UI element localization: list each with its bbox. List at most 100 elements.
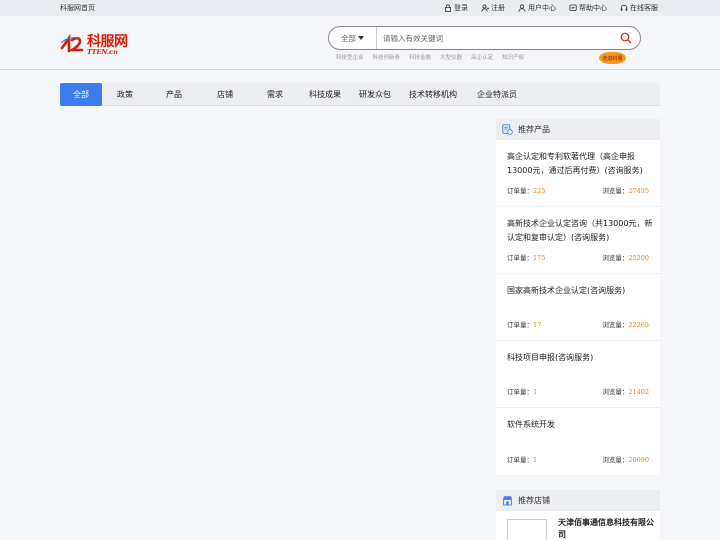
home-link[interactable]: 科服网首页 (60, 3, 95, 13)
view-count: 浏览量：20690 (602, 454, 649, 464)
recommended-products-header: 推荐产品 (496, 119, 660, 140)
tab-tech-transfer[interactable]: 技术转移机构 (400, 83, 466, 106)
product-title[interactable]: 软件系统开发 (507, 418, 653, 432)
tab-policy[interactable]: 政策 (102, 83, 148, 106)
order-label: 订单量： (507, 321, 533, 329)
hot-keyword[interactable]: 科技创新券 (373, 53, 401, 61)
header: 科服网 TTEN.cn 全部 科技型企业 科技创新券 科技金融 大型仪器 高企认… (0, 16, 720, 70)
product-item[interactable]: 科技项目申报(咨询服务) 订单量：1 浏览量：21402 (496, 341, 660, 408)
tab-enterprise-commissioner[interactable]: 企业特派员 (466, 83, 528, 106)
recommended-shops-title: 推荐店铺 (518, 496, 550, 505)
tab-rd-crowdsourcing[interactable]: 研发众包 (350, 83, 400, 106)
help-center-label: 帮助中心 (579, 4, 607, 12)
search-scope-label: 全部 (341, 33, 356, 43)
order-count: 订单量：175 (507, 252, 545, 262)
view-label: 浏览量： (602, 456, 629, 464)
view-value: 21402 (628, 388, 649, 396)
recommended-products-title: 推荐产品 (518, 125, 550, 134)
recommended-shops-header: 推荐店铺 (496, 490, 660, 511)
register-link[interactable]: 注册 (481, 3, 505, 13)
product-meta: 订单量：17 浏览量：22265 (507, 319, 649, 329)
product-item[interactable]: 国家高新技术企业认定(咨询服务) 订单量：17 浏览量：22265 (496, 274, 660, 341)
tab-shops[interactable]: 店铺 (200, 83, 250, 106)
view-label: 浏览量： (602, 254, 629, 262)
product-title[interactable]: 国家高新技术企业认定(咨询服务) (507, 284, 653, 298)
order-value: 1 (533, 388, 538, 396)
user-center-link[interactable]: 用户中心 (518, 3, 556, 13)
order-value: 1 (533, 456, 538, 464)
hot-keyword[interactable]: 高企认定 (471, 53, 493, 61)
search-scope-select[interactable]: 全部 (329, 27, 377, 49)
hot-keyword[interactable]: 科技金融 (409, 53, 431, 61)
top-links: 登录 注册 用户中心 帮助中心 在线客服 (444, 3, 658, 13)
product-item[interactable]: 高新技术企业认定咨询（共13000元，新认定和复审认定）(咨询服务) 订单量：1… (496, 207, 660, 274)
order-count: 订单量：1 (507, 454, 537, 464)
order-label: 订单量： (507, 388, 533, 396)
product-meta: 订单量：225 浏览量：27495 (507, 185, 649, 195)
order-count: 订单量：1 (507, 386, 537, 396)
logo-subtext: TTEN.cn (87, 48, 118, 56)
recommended-shops-panel: 推荐店铺 天津佰事通信息科技有限公司 (496, 490, 660, 540)
view-count: 浏览量：21402 (602, 386, 649, 396)
hot-keyword[interactable]: 大型仪器 (440, 53, 462, 61)
online-service-label: 在线客服 (630, 4, 658, 12)
lock-icon (444, 4, 452, 12)
online-service-link[interactable]: 在线客服 (620, 3, 658, 13)
view-value: 27495 (628, 187, 649, 195)
view-value: 25200 (628, 254, 649, 262)
view-count: 浏览量：22265 (602, 319, 649, 329)
shop-icon (503, 496, 512, 506)
order-value: 17 (533, 321, 542, 329)
search-icon[interactable] (620, 32, 632, 44)
login-link[interactable]: 登录 (444, 3, 468, 13)
hot-keywords: 科技型企业 科技创新券 科技金融 大型仪器 高企认定 知识产权 (336, 53, 524, 61)
product-title[interactable]: 高企认定和专利软著代理（高企申报13000元，通过后再付费）(咨询服务) (507, 150, 653, 178)
shop-item[interactable]: 天津佰事通信息科技有限公司 (496, 511, 660, 540)
site-logo[interactable]: 科服网 TTEN.cn (60, 31, 132, 59)
category-tabs: 全部 政策 产品 店铺 需求 科技成果 研发众包 技术转移机构 企业特派员 (60, 82, 660, 106)
view-value: 20690 (628, 456, 649, 464)
search-input[interactable] (383, 31, 603, 45)
headset-icon (620, 4, 628, 12)
product-meta: 订单量：175 浏览量：25200 (507, 252, 649, 262)
view-label: 浏览量： (602, 187, 629, 195)
product-title[interactable]: 科技项目申报(咨询服务) (507, 351, 653, 365)
help-icon (569, 4, 577, 12)
hot-keyword[interactable]: 知识产权 (502, 53, 524, 61)
user-icon (518, 4, 526, 12)
search-box: 全部 (328, 26, 641, 50)
logo-mark-icon (60, 34, 84, 53)
order-label: 订单量： (507, 254, 533, 262)
caret-down-icon (358, 36, 364, 40)
product-item[interactable]: 软件系统开发 订单量：1 浏览量：20690 (496, 408, 660, 475)
product-title[interactable]: 高新技术企业认定咨询（共13000元，新认定和复审认定）(咨询服务) (507, 217, 653, 245)
tab-demands[interactable]: 需求 (250, 83, 300, 106)
view-label: 浏览量： (602, 321, 629, 329)
view-value: 22265 (628, 321, 649, 329)
shop-thumbnail[interactable] (507, 519, 547, 540)
shop-name[interactable]: 天津佰事通信息科技有限公司 (558, 517, 656, 540)
recommended-products-panel: 推荐产品 高企认定和专利软著代理（高企申报13000元，通过后再付费）(咨询服务… (496, 119, 660, 475)
product-meta: 订单量：1 浏览量：21402 (507, 386, 649, 396)
help-center-link[interactable]: 帮助中心 (569, 3, 607, 13)
product-meta: 订单量：1 浏览量：20690 (507, 454, 649, 464)
view-label: 浏览量： (602, 388, 629, 396)
order-value: 175 (533, 254, 546, 262)
view-count: 浏览量：27495 (602, 185, 649, 195)
user-plus-icon (481, 4, 489, 12)
order-count: 订单量：17 (507, 319, 541, 329)
register-label: 注册 (491, 4, 505, 12)
order-value: 225 (533, 187, 546, 195)
user-center-label: 用户中心 (528, 4, 556, 12)
order-label: 订单量： (507, 187, 533, 195)
tab-products[interactable]: 产品 (148, 83, 200, 106)
product-item[interactable]: 高企认定和专利软著代理（高企申报13000元，通过后再付费）(咨询服务) 订单量… (496, 140, 660, 207)
tab-tech-achievements[interactable]: 科技成果 (300, 83, 350, 106)
hot-keyword[interactable]: 科技型企业 (336, 53, 364, 61)
promo-badge[interactable]: 走进科服 (599, 52, 626, 64)
order-count: 订单量：225 (507, 185, 545, 195)
top-bar: 科服网首页 登录 注册 用户中心 帮助中心 在线客服 (0, 0, 720, 16)
product-badge-icon (502, 124, 513, 135)
login-label: 登录 (454, 4, 468, 12)
tab-all[interactable]: 全部 (60, 82, 102, 106)
